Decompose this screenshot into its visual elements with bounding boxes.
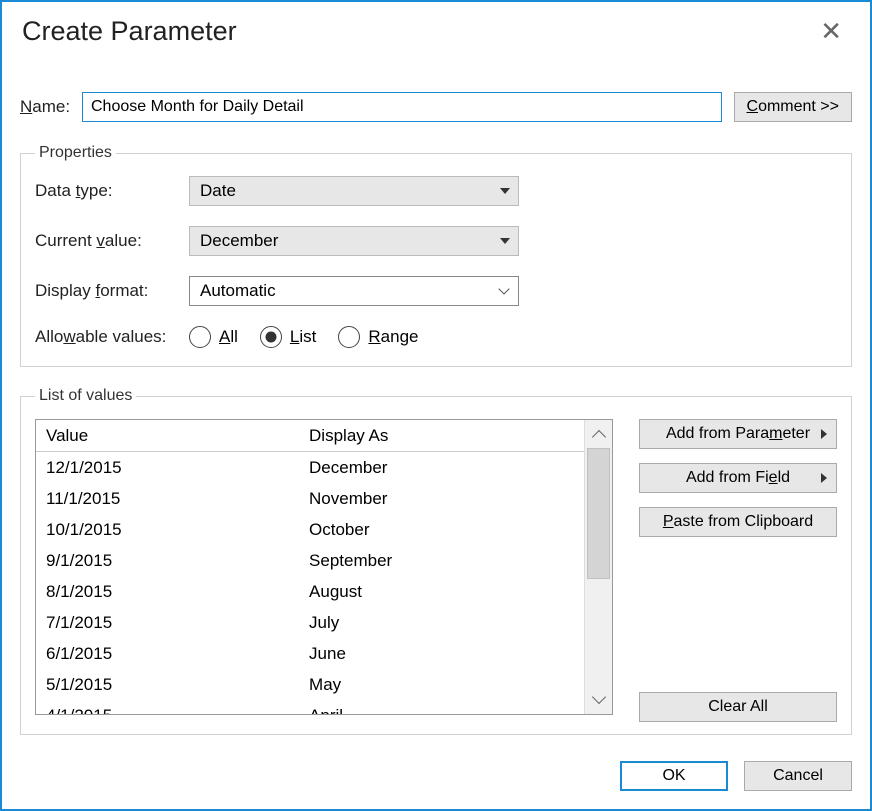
create-parameter-dialog: Create Parameter ✕ Name: Comment >> Prop… (0, 0, 872, 811)
clear-all-button[interactable]: Clear All (639, 692, 837, 722)
submenu-arrow-icon (821, 429, 827, 439)
radio-icon (338, 326, 360, 348)
cell-value: 12/1/2015 (36, 458, 299, 478)
cell-value: 10/1/2015 (36, 520, 299, 540)
radio-all-label: All (219, 327, 238, 347)
cell-value: 11/1/2015 (36, 489, 299, 509)
comment-button[interactable]: Comment >> (734, 92, 853, 122)
table-row[interactable]: 8/1/2015August (36, 576, 584, 607)
chevron-down-icon (498, 285, 510, 297)
table-row[interactable]: 5/1/2015May (36, 669, 584, 700)
cell-display: September (299, 551, 584, 571)
scroll-down-icon[interactable] (585, 686, 612, 714)
allowable-values-group: All List Range (189, 326, 418, 348)
data-type-label: Data type: (35, 181, 189, 201)
current-value-label: Current value: (35, 231, 189, 251)
table-row[interactable]: 7/1/2015July (36, 607, 584, 638)
radio-list-label: List (290, 327, 316, 347)
radio-range[interactable]: Range (338, 326, 418, 348)
radio-list[interactable]: List (260, 326, 316, 348)
add-from-field-button[interactable]: Add from Field (639, 463, 837, 493)
current-value-dropdown[interactable]: December (189, 226, 519, 256)
cell-display: December (299, 458, 584, 478)
radio-icon (189, 326, 211, 348)
col-header-display[interactable]: Display As (299, 426, 584, 446)
list-of-values-legend: List of values (35, 387, 136, 405)
properties-fieldset: Properties Data type: Date Current value… (20, 144, 852, 367)
cell-display: October (299, 520, 584, 540)
display-format-label: Display format: (35, 281, 189, 301)
radio-all[interactable]: All (189, 326, 238, 348)
cell-display: August (299, 582, 584, 602)
ok-button[interactable]: OK (620, 761, 728, 791)
titlebar: Create Parameter ✕ (2, 2, 870, 60)
table-row[interactable]: 12/1/2015December (36, 452, 584, 483)
dialog-title: Create Parameter (22, 16, 237, 47)
table-row[interactable]: 9/1/2015September (36, 545, 584, 576)
cell-value: 4/1/2015 (36, 706, 299, 715)
allowable-values-label: Allowable values: (35, 327, 189, 347)
grid-header: Value Display As (36, 420, 584, 452)
scroll-thumb[interactable] (587, 448, 610, 579)
current-value: December (200, 231, 278, 251)
scroll-track[interactable] (585, 448, 612, 686)
cancel-button[interactable]: Cancel (744, 761, 852, 791)
table-row[interactable]: 6/1/2015June (36, 638, 584, 669)
chevron-down-icon (500, 188, 510, 194)
list-of-values-fieldset: List of values Value Display As 12/1/201… (20, 387, 852, 735)
name-input[interactable] (82, 92, 722, 122)
data-type-value: Date (200, 181, 236, 201)
chevron-down-icon (500, 238, 510, 244)
add-from-parameter-button[interactable]: Add from Parameter (639, 419, 837, 449)
radio-icon (260, 326, 282, 348)
cell-value: 9/1/2015 (36, 551, 299, 571)
cell-display: July (299, 613, 584, 633)
close-icon[interactable]: ✕ (810, 14, 852, 48)
radio-range-label: Range (368, 327, 418, 347)
cell-display: April (299, 706, 584, 715)
col-header-value[interactable]: Value (36, 426, 299, 446)
cell-value: 7/1/2015 (36, 613, 299, 633)
cell-display: November (299, 489, 584, 509)
cell-value: 6/1/2015 (36, 644, 299, 664)
display-format-value: Automatic (200, 281, 276, 301)
paste-from-clipboard-button[interactable]: Paste from Clipboard (639, 507, 837, 537)
data-type-dropdown[interactable]: Date (189, 176, 519, 206)
scrollbar[interactable] (584, 420, 612, 714)
scroll-up-icon[interactable] (585, 420, 612, 448)
cell-display: May (299, 675, 584, 695)
cell-value: 5/1/2015 (36, 675, 299, 695)
properties-legend: Properties (35, 144, 116, 162)
submenu-arrow-icon (821, 473, 827, 483)
name-label: Name: (20, 97, 82, 117)
table-row[interactable]: 4/1/2015April (36, 700, 584, 714)
values-grid[interactable]: Value Display As 12/1/2015December11/1/2… (35, 419, 613, 715)
cell-value: 8/1/2015 (36, 582, 299, 602)
table-row[interactable]: 11/1/2015November (36, 483, 584, 514)
display-format-dropdown[interactable]: Automatic (189, 276, 519, 306)
cell-display: June (299, 644, 584, 664)
table-row[interactable]: 10/1/2015October (36, 514, 584, 545)
dialog-footer: OK Cancel (2, 747, 870, 809)
